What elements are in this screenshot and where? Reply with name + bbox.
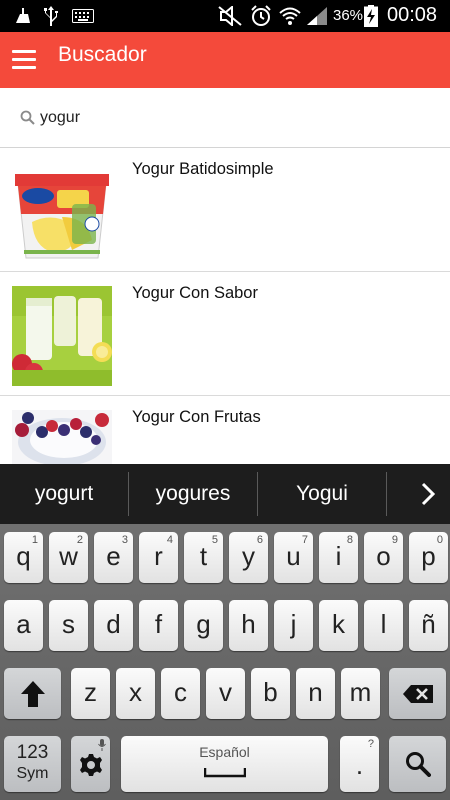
usb-icon: [44, 6, 58, 26]
key-s[interactable]: s: [49, 600, 88, 651]
shift-key[interactable]: [4, 668, 61, 719]
mute-icon: [218, 6, 242, 26]
suggestion-bar: yogurt yogures Yogui: [0, 464, 450, 524]
key-p[interactable]: 0p: [409, 532, 448, 583]
keyboard-notification-icon: [72, 9, 94, 23]
key-n[interactable]: n: [296, 668, 335, 719]
key-o[interactable]: 9o: [364, 532, 403, 583]
settings-key[interactable]: [71, 736, 110, 792]
key-i[interactable]: 8i: [319, 532, 358, 583]
alarm-icon: [251, 5, 271, 26]
key-j[interactable]: j: [274, 600, 313, 651]
search-bar: [0, 88, 450, 148]
app-bar: Buscador: [0, 32, 450, 88]
item-title: Yogur Con Sabor: [132, 284, 258, 302]
search-icon: [20, 110, 35, 125]
list-item[interactable]: Yogur Con Sabor: [0, 272, 450, 396]
key-e[interactable]: 3e: [94, 532, 133, 583]
key-t[interactable]: 5t: [184, 532, 223, 583]
key-d[interactable]: d: [94, 600, 133, 651]
status-time: 00:08: [387, 4, 438, 26]
page-title: Buscador: [58, 43, 147, 66]
symbols-key[interactable]: 123 Sym: [4, 736, 61, 792]
gear-icon: [80, 754, 102, 776]
item-title: Yogur Batidosimple: [132, 160, 274, 178]
item-title: Yogur Con Frutas: [132, 408, 261, 426]
battery-percent: 36%: [333, 7, 364, 24]
product-image: [12, 286, 112, 386]
product-image: [12, 162, 112, 262]
more-suggestions-button[interactable]: [408, 464, 450, 524]
result-list: Yogur Batidosimple Yogur Con Sabor Yogur…: [0, 148, 450, 464]
key-f[interactable]: f: [139, 600, 178, 651]
key-c[interactable]: c: [161, 668, 200, 719]
search-icon: [406, 752, 431, 777]
key-n-tilde[interactable]: ñ: [409, 600, 448, 651]
suggestion-3[interactable]: Yogui: [258, 464, 386, 524]
key-k[interactable]: k: [319, 600, 358, 651]
key-m[interactable]: m: [341, 668, 380, 719]
suggestion-2[interactable]: yogures: [129, 464, 257, 524]
key-l[interactable]: l: [364, 600, 403, 651]
status-bar: 36% 00:08: [0, 0, 450, 32]
battery-charging-icon: [364, 5, 378, 27]
key-a[interactable]: a: [4, 600, 43, 651]
list-item[interactable]: Yogur Batidosimple: [0, 148, 450, 272]
key-x[interactable]: x: [116, 668, 155, 719]
microphone-hint-icon: [98, 739, 106, 751]
cleaner-notification-icon: [16, 8, 30, 23]
hamburger-menu-icon[interactable]: [12, 50, 36, 70]
key-h[interactable]: h: [229, 600, 268, 651]
key-g[interactable]: g: [184, 600, 223, 651]
key-u[interactable]: 7u: [274, 532, 313, 583]
suggestion-1[interactable]: yogurt: [0, 464, 128, 524]
key-y[interactable]: 6y: [229, 532, 268, 583]
soft-keyboard: 1q 2w 3e 4r 5t 6y 7u 8i 9o 0p a s d f g …: [0, 524, 450, 800]
key-r[interactable]: 4r: [139, 532, 178, 583]
key-z[interactable]: z: [71, 668, 110, 719]
signal-icon: [307, 7, 327, 25]
product-image: [12, 410, 112, 464]
key-w[interactable]: 2w: [49, 532, 88, 583]
search-input[interactable]: [40, 105, 430, 131]
backspace-key[interactable]: [389, 668, 446, 719]
search-key[interactable]: [389, 736, 446, 792]
space-key[interactable]: Español: [121, 736, 328, 792]
list-item[interactable]: Yogur Con Frutas: [0, 396, 450, 464]
key-b[interactable]: b: [251, 668, 290, 719]
backspace-icon: [403, 685, 433, 703]
key-v[interactable]: v: [206, 668, 245, 719]
chevron-right-icon: [421, 482, 436, 506]
space-bar-icon: [204, 768, 246, 778]
divider: [386, 472, 387, 516]
shift-arrow-icon: [21, 681, 45, 707]
period-key[interactable]: ? .: [340, 736, 379, 792]
wifi-icon: [279, 7, 301, 25]
key-q[interactable]: 1q: [4, 532, 43, 583]
